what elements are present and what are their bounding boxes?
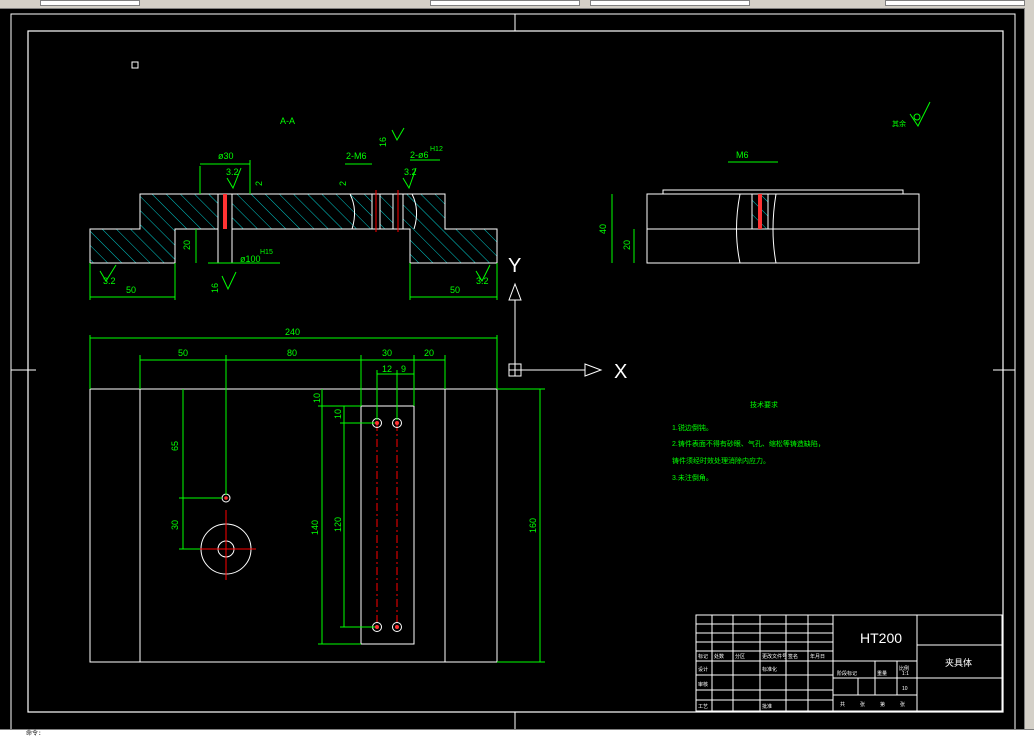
side-lower-block xyxy=(646,228,920,264)
roughness-symbol xyxy=(391,127,405,142)
tb-weight-label: 重量 xyxy=(877,670,887,677)
dim-50-right: 50 xyxy=(450,285,460,295)
title-sheet-no: 10 xyxy=(902,686,908,692)
dim-50-left: 50 xyxy=(126,285,136,295)
sheet-outer-border xyxy=(10,13,1016,730)
notes-title: 技术要求 xyxy=(750,400,778,409)
dim-12: 12 xyxy=(382,364,392,374)
cursor-pickbox xyxy=(131,61,139,69)
dim-20-side: 20 xyxy=(622,240,632,250)
dim-9: 9 xyxy=(401,364,406,374)
tb-cell: 标准化 xyxy=(762,666,777,673)
dim-140: 140 xyxy=(310,520,320,535)
dim-phi100-tolerance: H15 xyxy=(260,249,273,256)
command-line[interactable]: 命令: xyxy=(0,729,1034,737)
ucs-icon: Y X xyxy=(508,255,627,383)
dim-m6-side: M6 xyxy=(736,150,749,160)
dim-2b: 2 xyxy=(338,181,348,186)
slot-hole-center xyxy=(375,421,379,425)
drawing-canvas[interactable]: A-A ø30 3.2 2 2-M6 16 2 2-ø6 H12 3.2 20 … xyxy=(0,0,1025,730)
dim-16-bottom: 16 xyxy=(210,283,220,293)
tb-stage-label: 阶段标记 xyxy=(837,670,857,677)
side-thread xyxy=(758,194,762,229)
notes-line-3: 3.未注倒角。 xyxy=(672,473,713,482)
tb-cell: 批准 xyxy=(762,703,772,710)
dim-160: 160 xyxy=(528,518,538,533)
title-block: HT200 夹具体 1:1 10 标记 处数 分区 更改文件号 签名 年月日 设… xyxy=(695,614,1003,712)
dim-16-top: 16 xyxy=(378,137,388,147)
dim-2-phi: 2-ø6 xyxy=(410,150,429,160)
ucs-x-arrow xyxy=(584,363,603,377)
ucs-y-arrow xyxy=(508,282,522,301)
dim-50: 50 xyxy=(178,348,188,358)
slot-hole-center xyxy=(395,625,399,629)
section-body xyxy=(89,193,498,264)
dim-20: 20 xyxy=(182,240,192,250)
dim-65: 65 xyxy=(170,441,180,451)
dim-roughness-right: 3.2 xyxy=(476,276,489,286)
dim-phi30: ø30 xyxy=(218,151,234,161)
tb-cell: 处数 xyxy=(714,653,724,660)
tb-scale-label: 比例 xyxy=(899,665,909,672)
tb-sheet-label: 共 xyxy=(840,701,845,708)
notes-line-2b: 铸件须经时效处理消除内应力。 xyxy=(672,456,770,465)
title-material: HT200 xyxy=(860,630,902,646)
dim-phi100: ø100 xyxy=(240,254,261,264)
side-view: M6 40 20 其余 xyxy=(598,101,931,264)
slot-hole-center xyxy=(395,421,399,425)
dim-10-a: 10 xyxy=(312,393,322,403)
pin-hole-center xyxy=(224,496,228,500)
slot-hole-center xyxy=(375,625,379,629)
plan-slot xyxy=(360,405,415,645)
notes-line-2a: 2.铸件表面不得有砂眼、气孔、缩松等铸造缺陷， xyxy=(672,439,825,448)
tb-cell: 更改文件号 xyxy=(762,653,787,660)
tb-cell: 标记 xyxy=(698,653,708,660)
dim-120: 120 xyxy=(333,517,343,532)
note-roughness-rest: 其余 xyxy=(892,119,906,128)
roughness-symbol xyxy=(221,271,237,291)
dim-20: 20 xyxy=(424,348,434,358)
vertical-scrollbar[interactable] xyxy=(1024,8,1034,730)
dim-2-m6: 2-M6 xyxy=(346,151,367,161)
dim-40-side: 40 xyxy=(598,224,608,234)
plan-inner-outline xyxy=(139,388,446,663)
tb-cell: 工艺 xyxy=(698,704,708,710)
dim-roughness-b: 3.2 xyxy=(404,167,417,177)
cad-application: A-A ø30 3.2 2 2-M6 16 2 2-ø6 H12 3.2 20 … xyxy=(0,0,1034,737)
dim-roughness-left: 3.2 xyxy=(103,276,116,286)
dim-240: 240 xyxy=(285,327,300,337)
dim-tolerance: H12 xyxy=(430,146,443,153)
bore-thread xyxy=(223,194,227,229)
section-view-a-a: A-A ø30 3.2 2 2-M6 16 2 2-ø6 H12 3.2 20 … xyxy=(89,116,498,300)
plan-view: 240 50 80 30 20 12 9 10 140 10 120 65 30… xyxy=(89,327,545,663)
ucs-y-label: Y xyxy=(508,255,521,277)
tb-sheet-label: 第 xyxy=(880,701,885,708)
technical-notes: 技术要求 1.锐边倒钝。 2.铸件表面不得有砂眼、气孔、缩松等铸造缺陷， 铸件须… xyxy=(672,400,825,482)
tb-sheet-label: 张 xyxy=(860,701,865,708)
section-label: A-A xyxy=(280,116,295,126)
roughness-circle xyxy=(913,113,921,121)
dim-80: 80 xyxy=(287,348,297,358)
dim-30: 30 xyxy=(382,348,392,358)
dim-30-vertical: 30 xyxy=(170,520,180,530)
tb-cell: 年月日 xyxy=(810,653,825,660)
tb-sheet-label: 张 xyxy=(900,701,905,708)
tb-cell: 审核 xyxy=(698,681,708,688)
dim-roughness: 3.2 xyxy=(226,167,239,177)
notes-line-1: 1.锐边倒钝。 xyxy=(672,423,713,432)
tb-cell: 分区 xyxy=(735,653,745,660)
side-upper-block xyxy=(646,193,920,230)
ucs-x-label: X xyxy=(614,361,627,383)
command-prompt: 命令: xyxy=(26,730,42,737)
side-top-plate xyxy=(662,189,904,195)
roughness-symbol xyxy=(909,101,931,127)
dim-2: 2 xyxy=(254,181,264,186)
tb-cell: 设计 xyxy=(698,666,708,673)
plan-outer-outline xyxy=(89,388,498,663)
dim-10-b: 10 xyxy=(333,409,343,419)
title-part-name: 夹具体 xyxy=(945,657,972,668)
tb-cell: 签名 xyxy=(788,653,798,660)
